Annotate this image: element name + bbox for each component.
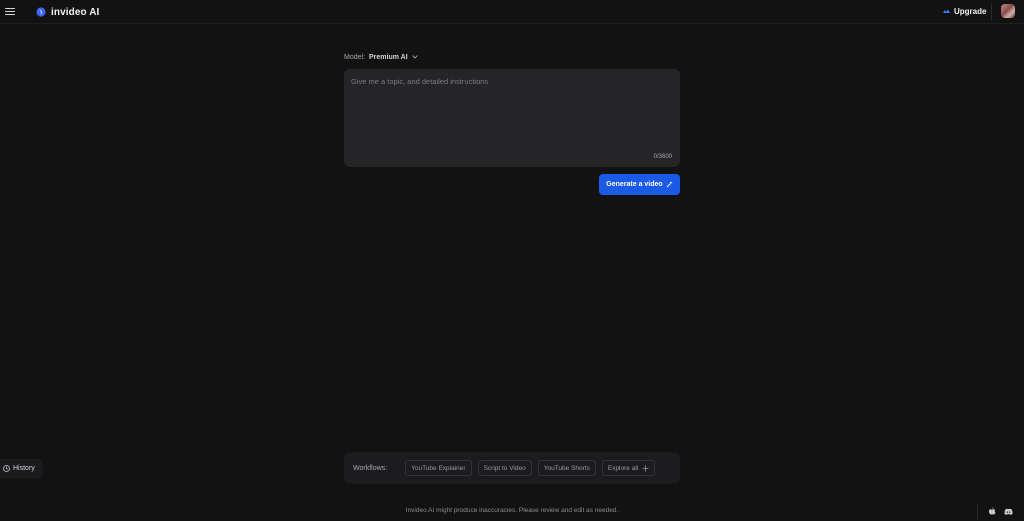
workflows-label: Workflows:: [353, 464, 388, 472]
explore-all-label: Explore all: [607, 464, 639, 472]
top-bar: invideo AI Upgrade: [0, 0, 1024, 24]
model-label: Model:: [344, 53, 366, 61]
plus-icon: [642, 465, 649, 471]
model-value: Premium AI: [369, 53, 408, 61]
explore-all-button[interactable]: Explore all: [601, 460, 656, 476]
discord-icon[interactable]: [1004, 507, 1013, 516]
workflow-label: Script to Video: [483, 464, 526, 472]
clock-icon: [3, 465, 10, 472]
sparkle-icon: [666, 181, 673, 188]
upgrade-spark-icon: [943, 9, 950, 13]
disclaimer-text: Invideo AI might produce inaccuracies. P…: [405, 507, 619, 514]
header-divider: [991, 3, 992, 20]
invideo-logo-icon: [36, 7, 46, 17]
menu-icon[interactable]: [5, 5, 18, 18]
history-label: History: [13, 465, 35, 472]
generate-label: Generate a video: [606, 181, 663, 188]
workflow-label: YouTube Explainer: [411, 464, 466, 472]
brand[interactable]: invideo AI: [36, 4, 99, 20]
footer-divider: [977, 504, 978, 519]
avatar[interactable]: [1001, 4, 1015, 18]
char-counter: 0/3600: [653, 154, 672, 160]
prompt-input[interactable]: [344, 69, 680, 153]
brand-name: invideo AI: [51, 6, 100, 18]
workflow-youtube-shorts[interactable]: YouTube Shorts: [537, 460, 596, 476]
footer-icons: [977, 504, 1021, 519]
model-selector[interactable]: Model: Premium AI: [344, 52, 418, 62]
apple-icon[interactable]: [987, 507, 996, 516]
workflows-bar: Workflows: YouTube Explainer Script to V…: [344, 452, 680, 484]
upgrade-button[interactable]: Upgrade: [939, 4, 990, 19]
upgrade-label: Upgrade: [954, 7, 987, 16]
workflow-youtube-explainer[interactable]: YouTube Explainer: [405, 460, 472, 476]
chevron-down-icon: [411, 55, 418, 59]
generate-video-button[interactable]: Generate a video: [599, 174, 680, 195]
history-button[interactable]: History: [0, 459, 43, 478]
prompt-box: 0/3600: [344, 69, 680, 167]
workflow-label: YouTube Shorts: [543, 464, 590, 472]
workflow-script-to-video[interactable]: Script to Video: [477, 460, 532, 476]
